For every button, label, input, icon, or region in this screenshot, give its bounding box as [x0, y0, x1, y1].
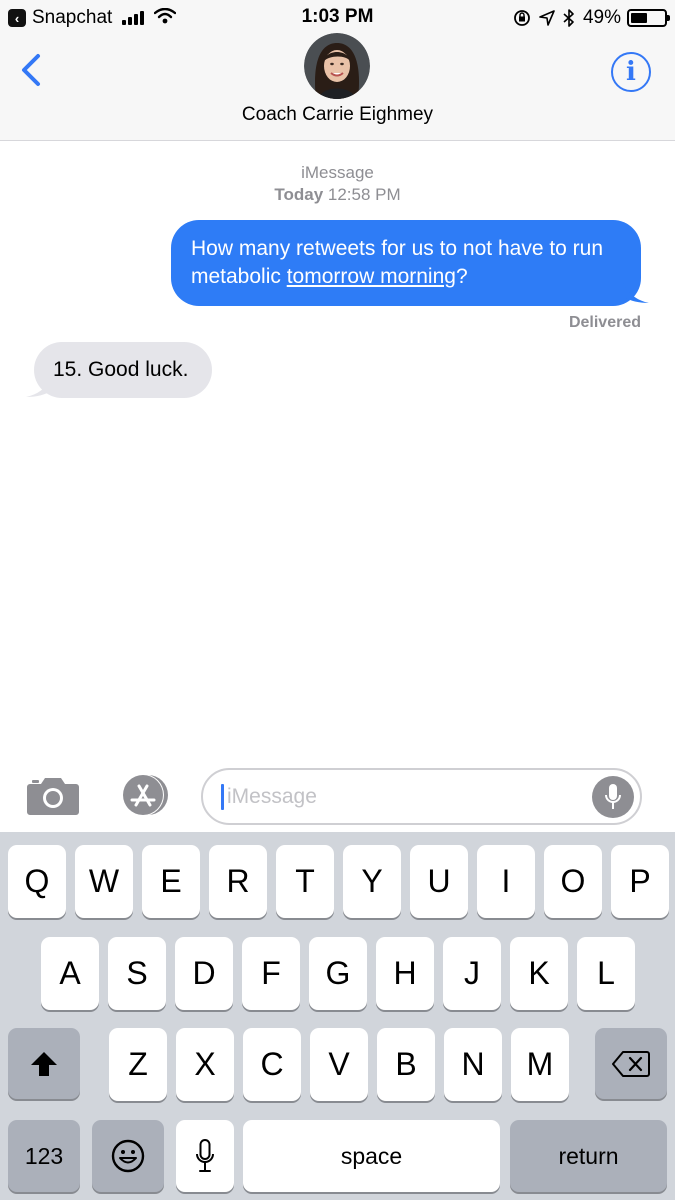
thread-timestamp: iMessage Today 12:58 PM	[0, 162, 675, 206]
chevron-left-icon	[22, 54, 40, 86]
battery-level	[631, 13, 647, 23]
emoji-icon	[111, 1139, 145, 1173]
key-y[interactable]: Y	[343, 845, 401, 918]
numbers-key[interactable]: 123	[8, 1120, 80, 1192]
key-s[interactable]: S	[108, 937, 166, 1010]
key-d[interactable]: D	[175, 937, 233, 1010]
message-text: 15. Good luck.	[53, 358, 189, 381]
key-m[interactable]: M	[511, 1028, 569, 1101]
date-link[interactable]: tomorrow morning	[287, 265, 456, 288]
key-t[interactable]: T	[276, 845, 334, 918]
backspace-icon	[612, 1050, 650, 1077]
app-store-icon	[122, 774, 168, 816]
key-e[interactable]: E	[142, 845, 200, 918]
delete-key[interactable]	[595, 1028, 667, 1099]
shift-icon	[31, 1051, 57, 1076]
dictation-button[interactable]	[592, 776, 634, 818]
key-w[interactable]: W	[75, 845, 133, 918]
key-c[interactable]: C	[243, 1028, 301, 1101]
message-placeholder: iMessage	[227, 785, 317, 808]
service-label: iMessage	[301, 163, 374, 182]
key-k[interactable]: K	[510, 937, 568, 1010]
battery-icon	[627, 9, 670, 27]
key-l[interactable]: L	[577, 937, 635, 1010]
incoming-bubble-tail	[26, 376, 52, 397]
outgoing-bubble-tail	[623, 282, 649, 303]
info-button[interactable]: i	[611, 52, 651, 92]
conversation-header: Coach Carrie Eighmey i	[0, 33, 675, 141]
info-icon: i	[626, 57, 636, 87]
keyboard: QWERTYUIOP ASDFGHJKL ZXCVBNM 123 space r…	[0, 832, 675, 1200]
orientation-lock-icon	[513, 9, 531, 27]
status-bar: ‹ Snapchat 1:03 PM 49%	[0, 0, 675, 36]
key-v[interactable]: V	[310, 1028, 368, 1101]
message-input[interactable]: iMessage	[201, 768, 642, 825]
emoji-key[interactable]	[92, 1120, 164, 1192]
key-g[interactable]: G	[309, 937, 367, 1010]
timestamp-day: Today	[274, 185, 324, 204]
camera-button[interactable]	[26, 774, 80, 821]
bluetooth-icon	[563, 9, 575, 27]
outgoing-message-bubble[interactable]: How many retweets for us to not have to …	[171, 220, 641, 306]
key-q[interactable]: Q	[8, 845, 66, 918]
key-h[interactable]: H	[376, 937, 434, 1010]
contact-avatar[interactable]	[304, 33, 370, 99]
dictation-key[interactable]	[176, 1120, 234, 1192]
key-u[interactable]: U	[410, 845, 468, 918]
message-text-end: ?	[455, 265, 468, 288]
key-z[interactable]: Z	[109, 1028, 167, 1101]
key-j[interactable]: J	[443, 937, 501, 1010]
battery-percent: 49%	[582, 7, 621, 28]
space-key[interactable]: space	[243, 1120, 500, 1192]
return-key[interactable]: return	[510, 1120, 667, 1192]
location-icon	[539, 10, 555, 26]
shift-key[interactable]	[8, 1028, 80, 1099]
key-o[interactable]: O	[544, 845, 602, 918]
key-n[interactable]: N	[444, 1028, 502, 1101]
key-b[interactable]: B	[377, 1028, 435, 1101]
camera-icon	[27, 778, 79, 815]
composer-bar: iMessage	[0, 760, 675, 832]
key-i[interactable]: I	[477, 845, 535, 918]
key-x[interactable]: X	[176, 1028, 234, 1101]
key-r[interactable]: R	[209, 845, 267, 918]
incoming-message-bubble[interactable]: 15. Good luck.	[34, 342, 213, 398]
back-button[interactable]	[16, 50, 56, 94]
key-a[interactable]: A	[41, 937, 99, 1010]
contact-name[interactable]: Coach Carrie Eighmey	[0, 104, 675, 126]
text-caret	[221, 784, 224, 810]
microphone-icon	[196, 1139, 214, 1172]
microphone-icon	[605, 784, 621, 809]
key-p[interactable]: P	[611, 845, 669, 918]
delivery-status: Delivered	[568, 314, 641, 331]
app-store-button[interactable]	[114, 773, 174, 822]
timestamp-time: 12:58 PM	[327, 185, 401, 204]
key-f[interactable]: F	[242, 937, 300, 1010]
